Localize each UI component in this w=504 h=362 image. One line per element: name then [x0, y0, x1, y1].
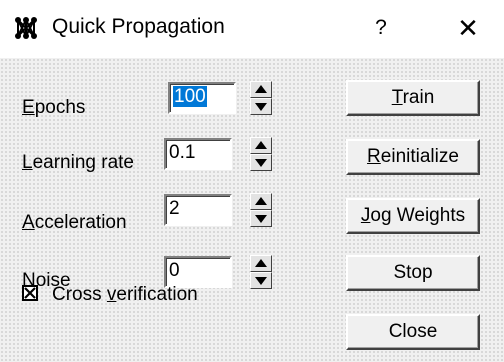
learning-rate-spinner[interactable]: [250, 137, 272, 171]
title-bar[interactable]: Quick Propagation ? ✕: [0, 0, 504, 58]
acceleration-spinner[interactable]: [250, 193, 272, 227]
dialog-window: Quick Propagation ? ✕ Epochs 100 Learnin…: [0, 0, 504, 362]
noise-value: 0: [169, 260, 180, 281]
window-title: Quick Propagation: [52, 15, 225, 38]
spin-arrows-icon: [255, 85, 267, 111]
acceleration-input[interactable]: 2: [164, 194, 232, 226]
train-button[interactable]: Train: [346, 80, 480, 116]
cross-verification-label[interactable]: Cross verification: [52, 284, 198, 306]
epochs-label: Epochs: [22, 97, 86, 118]
epochs-value: 100: [173, 86, 207, 107]
noise-spinner[interactable]: [250, 255, 272, 289]
spin-arrows-icon: [255, 141, 267, 167]
learning-rate-value: 0.1: [169, 142, 196, 163]
epochs-input[interactable]: 100: [168, 82, 236, 114]
spin-arrows-icon: [255, 259, 267, 285]
epochs-spinner[interactable]: [250, 81, 272, 115]
network-icon: [15, 17, 37, 39]
jog-weights-button[interactable]: Jog Weights: [346, 198, 480, 234]
close-button[interactable]: Close: [346, 314, 480, 350]
help-button[interactable]: ?: [366, 12, 396, 44]
stop-button[interactable]: Stop: [346, 255, 480, 291]
acceleration-value: 2: [169, 198, 180, 219]
learning-rate-label: Learning rate: [22, 152, 134, 173]
check-mark-icon: [24, 287, 36, 299]
close-window-button[interactable]: ✕: [450, 12, 486, 44]
reinitialize-button[interactable]: Reinitialize: [346, 139, 480, 175]
learning-rate-input[interactable]: 0.1: [164, 138, 232, 170]
acceleration-label: Acceleration: [22, 212, 127, 233]
cross-verification-checkbox[interactable]: [22, 285, 38, 301]
spin-arrows-icon: [255, 197, 267, 223]
